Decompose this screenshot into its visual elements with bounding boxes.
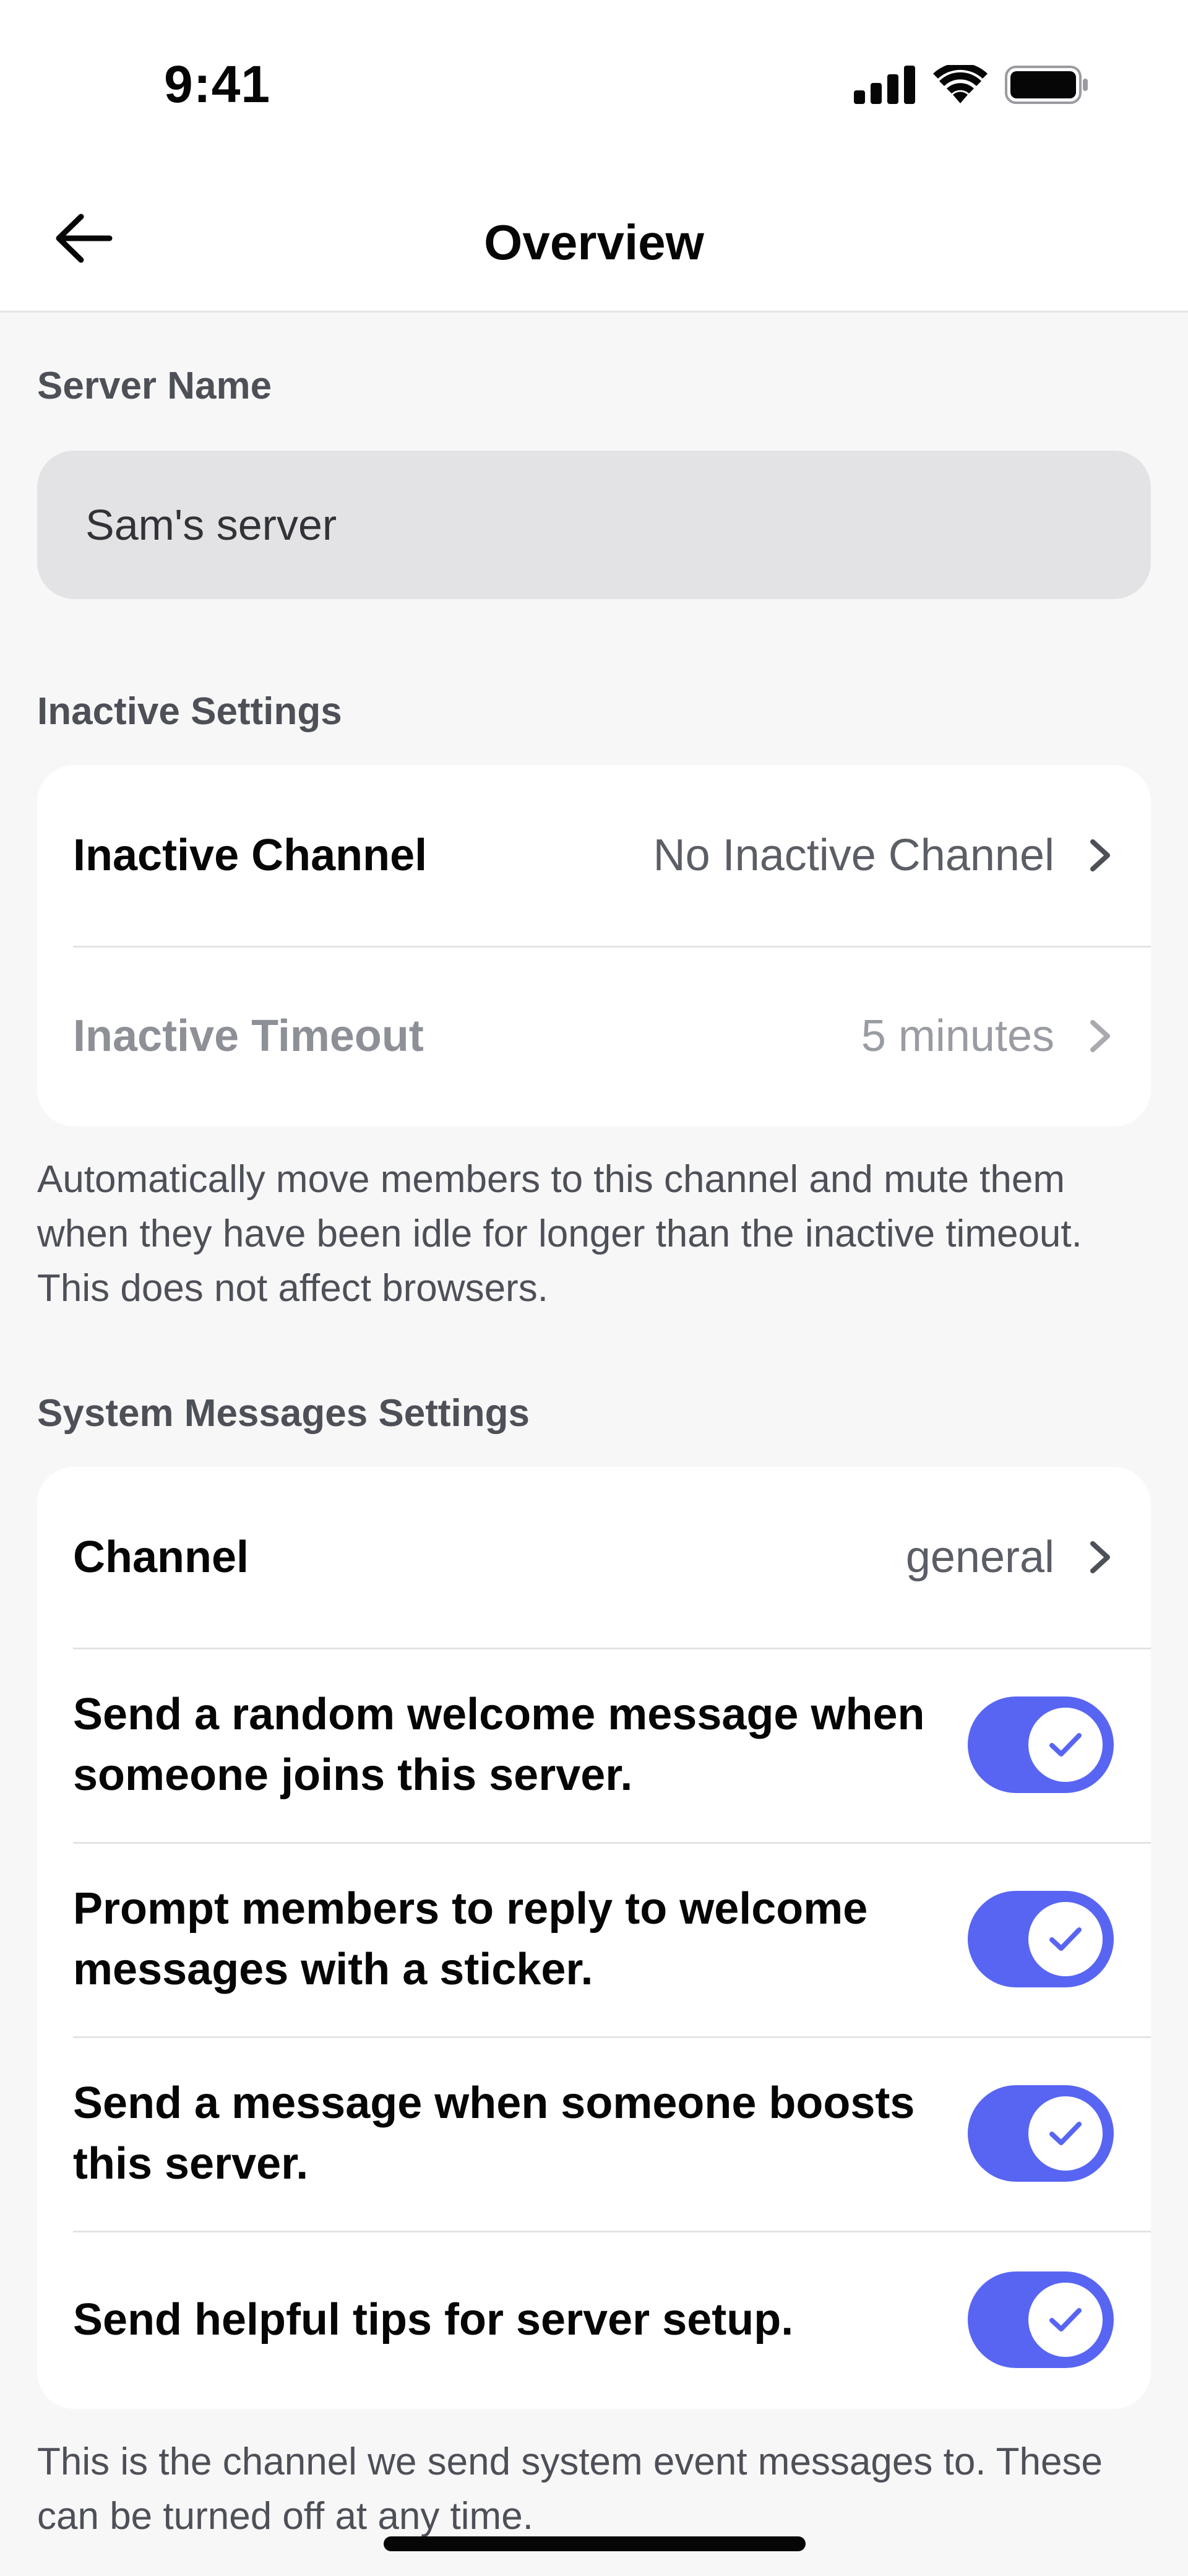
inactive-settings-section-label: Inactive Settings	[37, 690, 342, 733]
status-time: 9:41	[164, 55, 271, 113]
wifi-icon	[933, 65, 988, 103]
server-name-input[interactable]: Sam's server	[37, 451, 1151, 599]
welcome-message-toggle-label: Send a random welcome message when someo…	[73, 1690, 925, 1800]
checkmark-icon	[1049, 2308, 1082, 2332]
chevron-right-icon	[1087, 1539, 1114, 1576]
toggle-knob	[1028, 1708, 1103, 1782]
chevron-right-icon	[1087, 1018, 1114, 1055]
home-indicator	[384, 2536, 806, 2551]
server-name-section-label: Server Name	[37, 365, 272, 407]
page-title: Overview	[484, 215, 704, 270]
checkmark-icon	[1049, 1733, 1082, 1757]
sticker-reply-toggle-row: Prompt members to reply to welcome messa…	[37, 1842, 1151, 2036]
cellular-signal-icon	[854, 66, 915, 104]
toggle-knob	[1028, 2096, 1103, 2171]
inactive-channel-value: No Inactive Channel	[653, 831, 1054, 880]
inactive-timeout-row[interactable]: Inactive Timeout 5 minutes	[37, 946, 1151, 1126]
system-messages-section-label: System Messages Settings	[37, 1392, 530, 1435]
battery-icon	[1005, 66, 1088, 104]
inactive-timeout-value: 5 minutes	[861, 1011, 1054, 1061]
inactive-timeout-label: Inactive Timeout	[73, 1011, 424, 1061]
inactive-channel-label: Inactive Channel	[73, 831, 428, 880]
navigation-bar: Overview	[0, 161, 1188, 313]
checkmark-icon	[1049, 2122, 1082, 2145]
checkmark-icon	[1049, 1927, 1082, 1951]
setup-tips-toggle[interactable]	[968, 2271, 1114, 2368]
boost-message-toggle[interactable]	[968, 2085, 1114, 2182]
inactive-settings-helper-text: Automatically move members to this chann…	[37, 1158, 1082, 1310]
status-icons	[854, 65, 1089, 105]
welcome-message-toggle-row: Send a random welcome message when someo…	[37, 1648, 1151, 1842]
system-channel-value: general	[905, 1532, 1054, 1582]
inactive-settings-card: Inactive Channel No Inactive Channel Ina…	[37, 765, 1151, 1126]
chevron-right-icon	[1087, 837, 1114, 874]
toggle-knob	[1028, 2283, 1103, 2357]
welcome-message-toggle[interactable]	[968, 1696, 1114, 1793]
system-messages-card: Channel general Send a random welcome me…	[37, 1467, 1151, 2409]
boost-message-toggle-label: Send a message when someone boosts this …	[73, 2078, 915, 2189]
sticker-reply-toggle-label: Prompt members to reply to welcome messa…	[73, 1884, 868, 1994]
server-name-value: Sam's server	[85, 501, 337, 549]
setup-tips-toggle-row: Send helpful tips for server setup.	[37, 2231, 1151, 2409]
status-bar: 9:41	[0, 0, 1188, 161]
system-channel-label: Channel	[73, 1532, 249, 1582]
system-messages-helper-text: This is the channel we send system event…	[37, 2440, 1103, 2538]
toggle-knob	[1028, 1902, 1103, 1976]
boost-message-toggle-row: Send a message when someone boosts this …	[37, 2036, 1151, 2231]
system-channel-row[interactable]: Channel general	[37, 1467, 1151, 1648]
sticker-reply-toggle[interactable]	[968, 1891, 1114, 1987]
setup-tips-toggle-label: Send helpful tips for server setup.	[73, 2295, 794, 2345]
inactive-channel-row[interactable]: Inactive Channel No Inactive Channel	[37, 765, 1151, 946]
